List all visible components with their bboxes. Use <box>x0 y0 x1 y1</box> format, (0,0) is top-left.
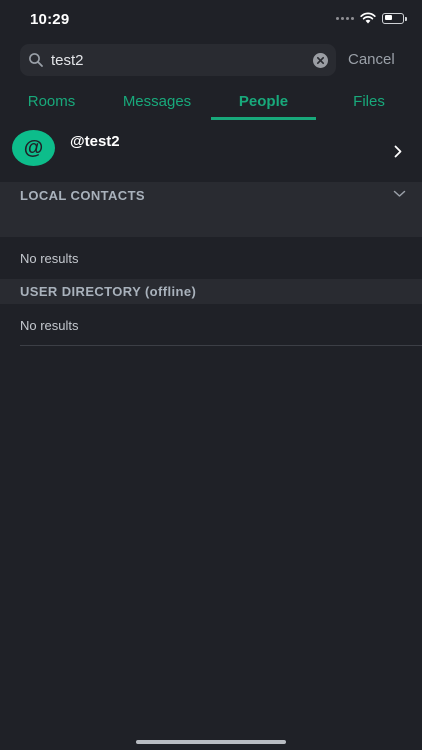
home-indicator[interactable] <box>136 740 286 744</box>
chevron-down-icon[interactable] <box>393 190 406 198</box>
tab-people[interactable]: People <box>211 86 316 120</box>
battery-level <box>384 15 392 20</box>
search-row: Cancel <box>20 44 412 76</box>
tab-rooms[interactable]: Rooms <box>0 86 103 120</box>
tab-messages[interactable]: Messages <box>103 86 211 120</box>
tab-files[interactable]: Files <box>316 86 422 120</box>
local-contacts-header[interactable]: LOCAL CONTACTS <box>0 182 422 237</box>
clear-search-icon[interactable] <box>313 53 328 68</box>
status-bar: 10:29 <box>0 0 422 40</box>
status-icons <box>336 12 407 24</box>
chevron-right-icon <box>394 145 402 158</box>
divider <box>20 345 422 346</box>
user-directory-header: USER DIRECTORY (offline) <box>0 279 422 304</box>
avatar: @ <box>12 130 55 166</box>
wifi-icon <box>360 12 376 24</box>
search-result-row[interactable]: @ @test2 <box>0 120 422 182</box>
local-contacts-empty: No results <box>20 251 79 266</box>
cancel-button[interactable]: Cancel <box>348 51 395 68</box>
battery-icon <box>382 12 407 24</box>
status-time: 10:29 <box>30 11 70 28</box>
search-input[interactable] <box>51 44 301 76</box>
tab-bar: Rooms Messages People Files <box>0 86 422 120</box>
search-icon <box>29 53 43 67</box>
search-box[interactable] <box>20 44 336 76</box>
local-contacts-title: LOCAL CONTACTS <box>20 188 145 203</box>
cellular-signal-icon <box>336 16 354 20</box>
user-directory-empty: No results <box>20 318 79 333</box>
result-name: @test2 <box>70 133 120 150</box>
user-directory-title: USER DIRECTORY (offline) <box>20 284 197 299</box>
